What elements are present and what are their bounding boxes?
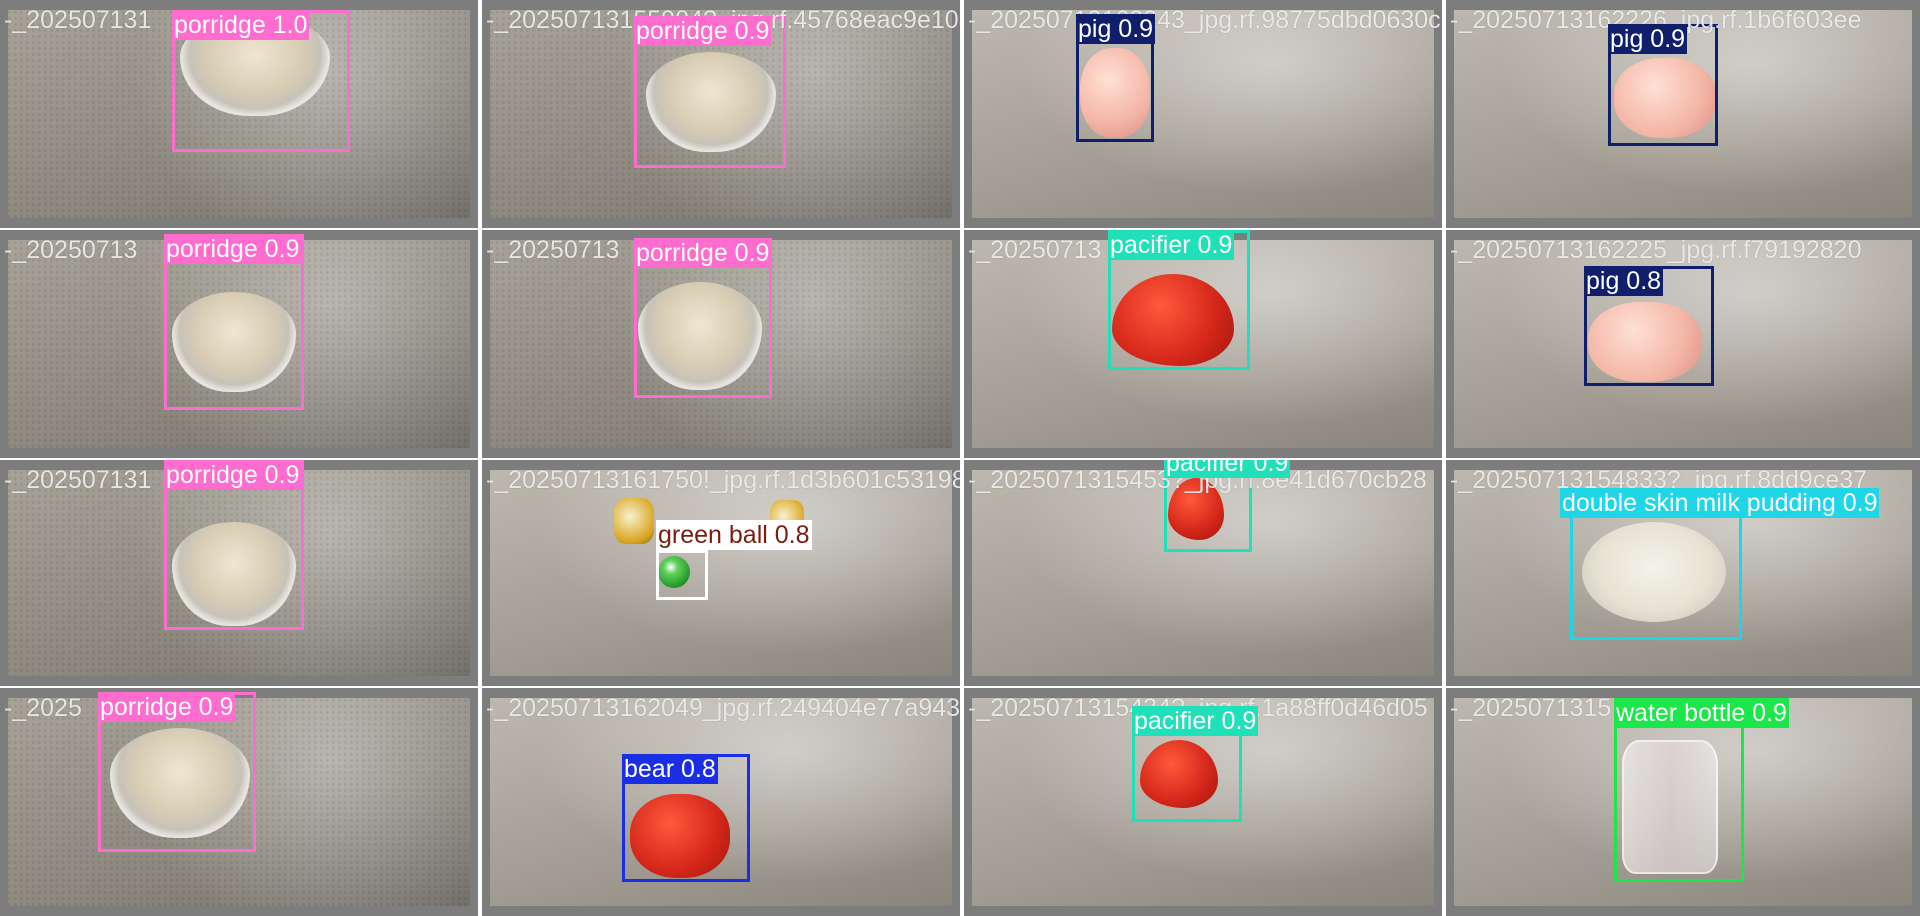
- photo: [972, 10, 1434, 218]
- jar-image: [614, 498, 654, 544]
- result-tile: -_20250713154833?_jpg.rf.8dd9ce37 double…: [1446, 460, 1920, 686]
- detection-label: double skin milk pudding 0.9: [1560, 488, 1880, 518]
- detection-label: porridge 0.9: [634, 238, 772, 268]
- filename-label: -_20250713162049_jpg.rf.249404e77a9432: [486, 694, 960, 722]
- detection-label: pacifier 0.9: [1108, 230, 1235, 260]
- result-tile: -_202507131 porridge 1.0: [0, 0, 478, 228]
- result-tile: -_20250713 pacifier 0.9: [964, 230, 1442, 458]
- detection-label: pig 0.9: [1076, 14, 1156, 44]
- result-tile: -_202507131 porridge 0.9: [0, 460, 478, 686]
- filename-label: -_20250713: [4, 236, 138, 264]
- detection-label: water bottle 0.9: [1614, 698, 1789, 728]
- result-tile: -_20250713162243_jpg.rf.98775dbd0630c pi…: [964, 0, 1442, 228]
- detection-label: pacifier 0.9: [1164, 460, 1291, 478]
- detection-label: porridge 0.9: [164, 234, 302, 264]
- filename-label: -_2025: [4, 694, 82, 722]
- result-tile: -_20250713162225_jpg.rf.f79192820 pig 0.…: [1446, 230, 1920, 458]
- result-tile: -_20250713161750!_jpg.rf.1d3b601c53198 g…: [482, 460, 960, 686]
- result-tile: -_20250713162226_jpg.rf.1b6f603ee pig 0.…: [1446, 0, 1920, 228]
- result-tile: -_2025071315453?_jpg.rf.8e41d670cb28 pac…: [964, 460, 1442, 686]
- detection-label: porridge 0.9: [164, 460, 302, 490]
- detection-label: porridge 1.0: [172, 10, 310, 40]
- filename-label: -_2025071315: [1450, 694, 1612, 722]
- result-tile: -_20250713162049_jpg.rf.249404e77a9432 b…: [482, 688, 960, 916]
- filename-label: -_202507131: [4, 6, 152, 34]
- photo: [490, 470, 952, 676]
- result-tile: -_20250713 porridge 0.9: [0, 230, 478, 458]
- detection-results-grid: -_202507131 porridge 1.0 -_2025071315590…: [0, 0, 1920, 916]
- detection-label: pacifier 0.9: [1132, 706, 1259, 736]
- result-tile: -_2025071315434?_jpg.rf.1a88ff0d46d05 pa…: [964, 688, 1442, 916]
- detection-label: porridge 0.9: [634, 16, 772, 46]
- detection-label: pig 0.8: [1584, 266, 1664, 296]
- filename-label: -_20250713: [486, 236, 620, 264]
- detection-label: green ball 0.8: [656, 520, 812, 550]
- filename-label: -_20250713: [968, 236, 1102, 264]
- result-tile: -_2025 porridge 0.9: [0, 688, 478, 916]
- result-tile: -_20250713 porridge 0.9: [482, 230, 960, 458]
- bounding-box: [656, 550, 708, 600]
- filename-label: -_20250713162225_jpg.rf.f79192820: [1450, 236, 1862, 264]
- result-tile: -_20250713155904?_jpg.rf.45768eac9e1036 …: [482, 0, 960, 228]
- detection-label: bear 0.8: [622, 754, 718, 784]
- detection-label: pig 0.9: [1608, 24, 1688, 54]
- filename-label: -_202507131: [4, 466, 152, 494]
- filename-label: -_20250713162243_jpg.rf.98775dbd0630c: [968, 6, 1441, 34]
- filename-label: -_20250713161750!_jpg.rf.1d3b601c53198: [486, 466, 960, 494]
- result-tile: -_2025071315 water bottle 0.9: [1446, 688, 1920, 916]
- detection-label: porridge 0.9: [98, 692, 236, 722]
